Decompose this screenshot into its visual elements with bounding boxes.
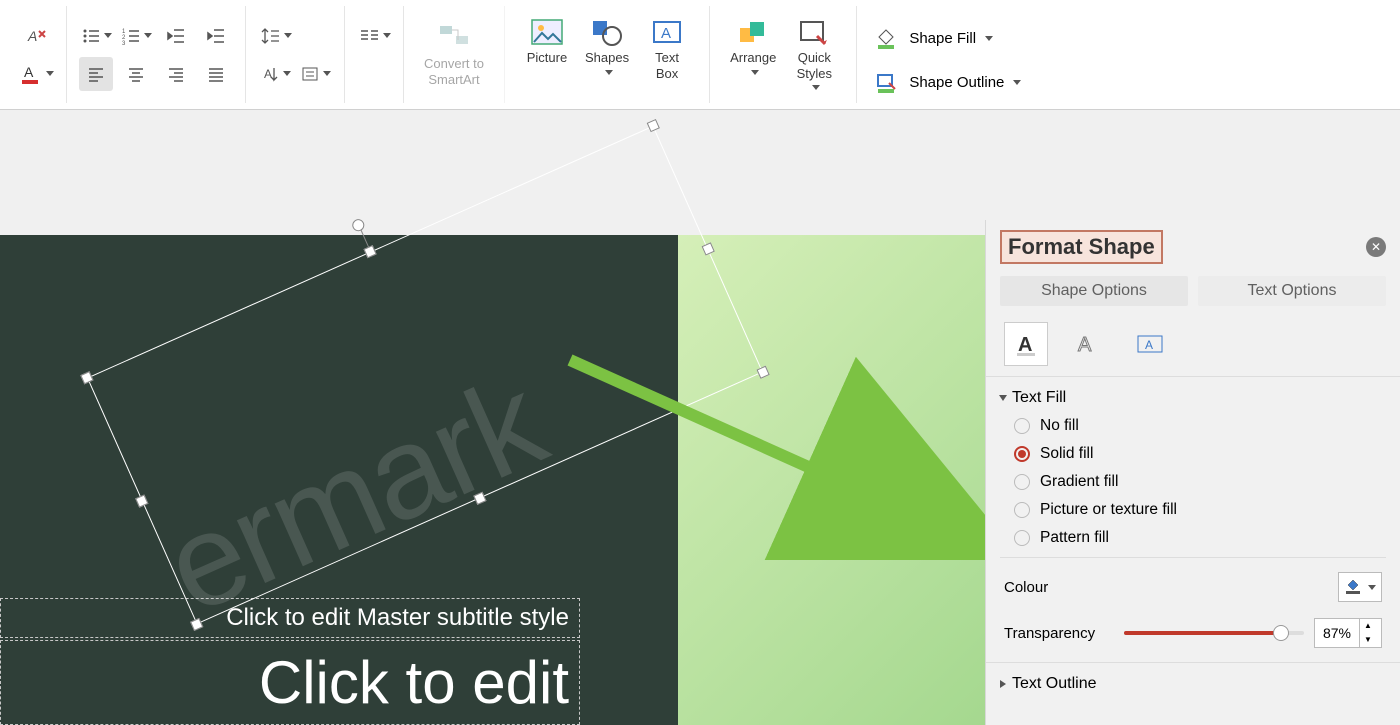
ribbon-group-paragraph: 123 [67, 6, 246, 103]
arrange-button[interactable]: Arrange [722, 14, 784, 79]
subtitle-placeholder[interactable]: Click to edit Master subtitle style [0, 598, 580, 638]
textbox-button[interactable]: A Text Box [637, 14, 697, 85]
ribbon-group-shape-format: Shape Fill Shape Outline [857, 6, 1033, 103]
align-center-button[interactable] [119, 57, 153, 91]
shape-fill-icon[interactable] [869, 22, 903, 56]
fill-gradient-radio[interactable]: Gradient fill [1014, 473, 1386, 491]
font-color-button[interactable]: A [20, 57, 54, 91]
chevron-down-icon [999, 395, 1007, 401]
ribbon-group-spacing: A [246, 6, 345, 103]
fill-pattern-radio[interactable]: Pattern fill [1014, 529, 1386, 547]
ribbon: A A 123 A [0, 0, 1400, 110]
ribbon-group-font: A A [8, 6, 67, 103]
svg-text:A: A [24, 64, 34, 80]
slide-canvas[interactable]: Click to edit Master subtitle style Clic… [0, 110, 985, 725]
svg-text:A: A [1078, 334, 1092, 356]
fill-solid-radio[interactable]: Solid fill [1014, 445, 1386, 463]
quickstyles-label: Quick Styles [797, 50, 832, 81]
align-text-button[interactable] [298, 57, 332, 91]
decrease-indent-button[interactable] [159, 19, 193, 53]
convert-smartart-label: Convert to SmartArt [424, 56, 484, 87]
svg-text:A: A [1145, 338, 1153, 352]
picture-label: Picture [527, 50, 567, 66]
svg-text:3: 3 [122, 41, 126, 46]
svg-text:A: A [1018, 334, 1032, 356]
convert-smartart-button[interactable]: Convert to SmartArt [416, 18, 492, 91]
text-direction-button[interactable]: A [258, 57, 292, 91]
picture-button[interactable]: Picture [517, 14, 577, 70]
text-fill-outline-tab[interactable]: A [1004, 322, 1048, 366]
shapes-button[interactable]: Shapes [577, 14, 637, 79]
text-fill-label: Text Fill [1012, 389, 1066, 407]
rotation-handle[interactable] [350, 217, 366, 233]
align-left-button[interactable] [79, 57, 113, 91]
justify-button[interactable] [199, 57, 233, 91]
ribbon-group-arrange: Arrange Quick Styles [710, 6, 857, 103]
text-outline-label: Text Outline [1012, 675, 1096, 693]
line-spacing-button[interactable] [258, 19, 292, 53]
quick-styles-button[interactable]: Quick Styles [784, 14, 844, 94]
text-effects-tab[interactable]: A [1066, 322, 1110, 366]
textbox-tab[interactable]: A [1128, 322, 1172, 366]
spin-up[interactable]: ▲ [1360, 619, 1376, 633]
close-panel-button[interactable]: ✕ [1366, 237, 1386, 257]
fill-picture-radio[interactable]: Picture or texture fill [1014, 501, 1386, 519]
bullets-button[interactable] [79, 19, 113, 53]
panel-title: Format Shape [1000, 230, 1163, 264]
arrange-label: Arrange [730, 50, 776, 66]
fill-none-radio[interactable]: No fill [1014, 417, 1386, 435]
shape-outline-icon[interactable] [869, 66, 903, 100]
svg-text:A: A [264, 67, 272, 81]
shape-outline-label[interactable]: Shape Outline [909, 74, 1004, 91]
svg-text:A: A [27, 28, 37, 44]
increase-indent-button[interactable] [199, 19, 233, 53]
spin-down[interactable]: ▼ [1360, 633, 1376, 647]
text-outline-section-header[interactable]: Text Outline [1000, 671, 1386, 697]
textbox-label: Text Box [655, 50, 679, 81]
text-fill-section-header[interactable]: Text Fill [1000, 385, 1386, 411]
colour-label: Colour [1004, 579, 1338, 596]
title-placeholder[interactable]: Click to edit [0, 640, 580, 725]
colour-picker-button[interactable] [1338, 572, 1382, 602]
shape-fill-label[interactable]: Shape Fill [909, 30, 976, 47]
align-right-button[interactable] [159, 57, 193, 91]
shapes-label: Shapes [585, 50, 629, 66]
ribbon-group-smartart: Convert to SmartArt [404, 6, 505, 103]
svg-text:A: A [661, 25, 671, 42]
chevron-right-icon [1000, 680, 1006, 688]
format-shape-panel: Format Shape ✕ Shape Options Text Option… [985, 220, 1400, 725]
clear-formatting-button[interactable]: A [20, 19, 54, 53]
ribbon-group-insert: Picture Shapes A Text Box [505, 6, 710, 103]
tab-text-options[interactable]: Text Options [1198, 276, 1386, 306]
ribbon-group-columns [345, 6, 404, 103]
transparency-input[interactable] [1315, 625, 1359, 641]
columns-button[interactable] [357, 19, 391, 53]
transparency-slider[interactable] [1124, 631, 1304, 635]
tab-shape-options[interactable]: Shape Options [1000, 276, 1188, 306]
transparency-spinbox[interactable]: ▲▼ [1314, 618, 1382, 648]
numbering-button[interactable]: 123 [119, 19, 153, 53]
workspace: Click to edit Master subtitle style Clic… [0, 110, 1400, 725]
subtitle-text: Click to edit Master subtitle style [226, 604, 569, 632]
title-text: Click to edit [259, 648, 569, 717]
transparency-label: Transparency [1004, 625, 1114, 642]
